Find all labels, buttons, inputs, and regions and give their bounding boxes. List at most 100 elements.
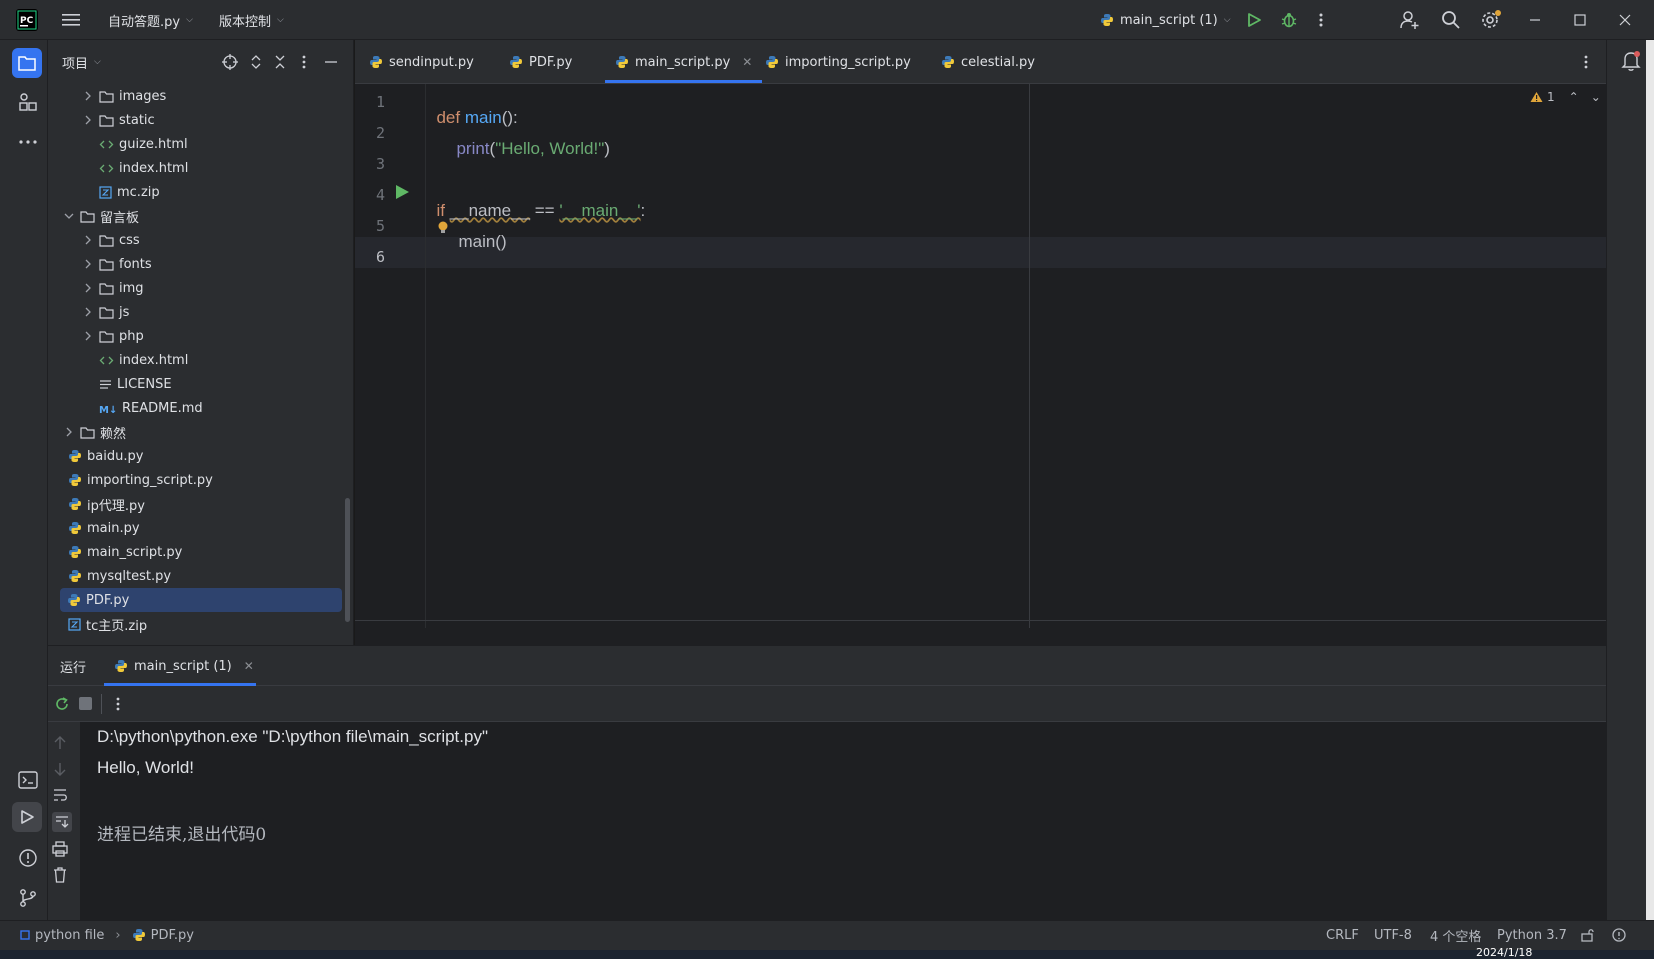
- more-actions-button[interactable]: [1318, 0, 1324, 40]
- expand-all-button[interactable]: [248, 54, 264, 74]
- project-options-button[interactable]: [301, 54, 307, 74]
- run-button[interactable]: [1246, 0, 1262, 40]
- arrow-up-icon[interactable]: [52, 734, 68, 752]
- tree-file[interactable]: LICENSE: [82, 372, 172, 396]
- project-scrollbar[interactable]: [345, 498, 350, 622]
- line-ending-widget[interactable]: CRLF: [1326, 920, 1359, 950]
- punctuation: :: [640, 201, 646, 220]
- soft-wrap-icon[interactable]: [52, 786, 68, 804]
- console-output[interactable]: [80, 722, 1606, 921]
- tree-folder[interactable]: static: [82, 108, 155, 132]
- tree-file[interactable]: index.html: [82, 156, 188, 180]
- tree-folder[interactable]: 留言板: [63, 204, 139, 228]
- structure-toolwindow-button[interactable]: [18, 92, 38, 112]
- tree-folder[interactable]: images: [82, 84, 166, 108]
- tree-folder[interactable]: css: [82, 228, 140, 252]
- tab-label: celestial.py: [961, 54, 1035, 70]
- tab-pdf[interactable]: PDF.py: [499, 40, 582, 84]
- locate-file-button[interactable]: [222, 54, 238, 74]
- tree-file[interactable]: main.py: [63, 516, 140, 540]
- main-menu-button[interactable]: [62, 0, 80, 40]
- tab-celestial[interactable]: celestial.py: [931, 40, 1045, 84]
- chevron-right-icon[interactable]: [82, 90, 94, 102]
- settings-button[interactable]: [1480, 0, 1502, 40]
- close-tab-icon[interactable]: ✕: [244, 659, 254, 673]
- bell-icon: [1621, 51, 1641, 71]
- project-toolwindow-button[interactable]: [12, 48, 42, 78]
- problems-toolwindow-button[interactable]: [18, 848, 38, 868]
- status-notifications[interactable]: [1612, 920, 1626, 950]
- tree-file[interactable]: guize.html: [82, 132, 188, 156]
- tree-file[interactable]: mysqltest.py: [63, 564, 171, 588]
- tab-importing-script[interactable]: importing_script.py: [755, 40, 921, 84]
- breadcrumb-file[interactable]: PDF.py: [151, 928, 194, 943]
- run-config-selector[interactable]: main_script (1) ⌵: [1100, 0, 1231, 40]
- chevron-down-icon: ⌵: [94, 57, 101, 67]
- tree-file[interactable]: M↓ README.md: [82, 396, 203, 420]
- python-file-icon: [132, 928, 146, 942]
- close-window-button[interactable]: [1619, 0, 1631, 40]
- project-menu[interactable]: 自动答题.py ⌵: [108, 0, 193, 40]
- chevron-right-icon[interactable]: [82, 282, 94, 294]
- print-icon[interactable]: [52, 840, 68, 858]
- chevron-right-icon[interactable]: [82, 258, 94, 270]
- chevron-down-icon[interactable]: ⌄: [1591, 90, 1601, 104]
- code-line-2[interactable]: print("Hello, World!"): [447, 119, 610, 159]
- maximize-button[interactable]: [1574, 0, 1586, 40]
- indent-widget[interactable]: 4 个空格: [1430, 920, 1481, 950]
- encoding-widget[interactable]: UTF-8: [1374, 920, 1412, 950]
- search-button[interactable]: [1441, 0, 1461, 40]
- stop-button[interactable]: [79, 697, 92, 710]
- run-gutter-button[interactable]: [394, 184, 410, 204]
- chevron-up-icon[interactable]: ⌃: [1569, 90, 1579, 104]
- tree-folder[interactable]: php: [82, 324, 144, 348]
- readonly-toggle[interactable]: [1580, 920, 1594, 950]
- scroll-to-end-icon[interactable]: [52, 812, 72, 832]
- tree-file[interactable]: baidu.py: [63, 444, 143, 468]
- run-options-button[interactable]: [115, 696, 121, 716]
- tree-file[interactable]: importing_script.py: [63, 468, 213, 492]
- terminal-toolwindow-button[interactable]: [18, 770, 38, 790]
- run-toolwindow-button[interactable]: [12, 802, 42, 832]
- minimize-button[interactable]: [1529, 0, 1541, 40]
- tree-folder[interactable]: img: [82, 276, 144, 300]
- project-panel-header[interactable]: 项目 ⌵: [62, 40, 101, 84]
- vcs-menu[interactable]: 版本控制 ⌵: [219, 0, 284, 40]
- hide-panel-button[interactable]: [324, 54, 338, 74]
- chevron-right-icon[interactable]: [82, 330, 94, 342]
- tree-file[interactable]: main_script.py: [63, 540, 182, 564]
- debug-button[interactable]: [1280, 0, 1298, 40]
- tree-folder[interactable]: js: [82, 300, 129, 324]
- chevron-right-icon[interactable]: [82, 234, 94, 246]
- inspection-widget[interactable]: 1 ⌃ ⌄: [1530, 90, 1601, 104]
- git-toolwindow-button[interactable]: [18, 888, 38, 908]
- tree-folder[interactable]: 赖然: [63, 420, 126, 444]
- chevron-right-icon[interactable]: [63, 426, 75, 438]
- trash-icon[interactable]: [52, 866, 68, 884]
- tree-file[interactable]: tc主页.zip: [63, 612, 147, 636]
- app-logo[interactable]: PC: [16, 0, 38, 40]
- rerun-button[interactable]: [54, 696, 70, 716]
- notifications-button[interactable]: [1621, 50, 1641, 76]
- close-tab-icon[interactable]: ✕: [742, 55, 752, 69]
- run-tab[interactable]: main_script (1) ✕: [106, 646, 262, 686]
- chevron-right-icon[interactable]: [82, 114, 94, 126]
- tab-main-script[interactable]: main_script.py ✕: [605, 40, 763, 84]
- tree-folder[interactable]: fonts: [82, 252, 152, 276]
- chevron-right-icon[interactable]: [82, 306, 94, 318]
- collapse-all-button[interactable]: [272, 54, 288, 74]
- code-with-me-button[interactable]: [1400, 0, 1420, 40]
- more-toolwindows-button[interactable]: [18, 132, 38, 152]
- tree-file[interactable]: ip代理.py: [63, 492, 145, 516]
- breadcrumb-root[interactable]: python file: [35, 928, 104, 943]
- tree-file[interactable]: PDF.py: [60, 588, 342, 612]
- code-line-5[interactable]: main(): [449, 212, 506, 252]
- tab-options-button[interactable]: [1583, 54, 1589, 74]
- tab-sendinput[interactable]: sendinput.py: [359, 40, 484, 84]
- chevron-down-icon[interactable]: [63, 210, 75, 222]
- tree-file[interactable]: mc.zip: [82, 180, 160, 204]
- tree-file[interactable]: index.html: [82, 348, 188, 372]
- intention-bulb[interactable]: [437, 220, 449, 240]
- arrow-down-icon[interactable]: [52, 760, 68, 778]
